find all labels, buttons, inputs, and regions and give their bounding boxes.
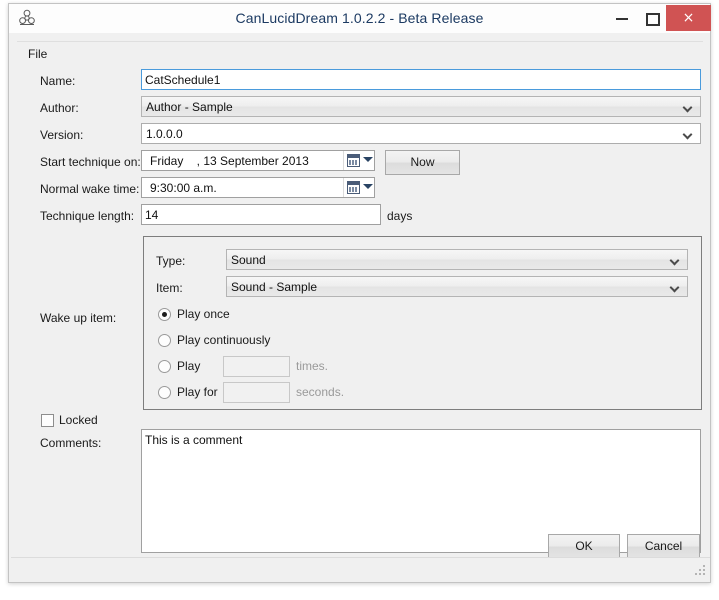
calendar-icon (347, 154, 360, 167)
menu-item-file[interactable]: File (21, 45, 54, 63)
play-for-seconds-input[interactable] (223, 382, 290, 403)
calendar-icon (347, 181, 360, 194)
play-for-seconds-units-label: seconds. (296, 385, 345, 399)
minimize-button[interactable] (607, 5, 637, 31)
wake-time-label: Normal wake time: (40, 182, 140, 196)
radio-play-once[interactable] (158, 308, 171, 321)
client-area: File Name: CatSchedule1 Author: Author -… (10, 33, 710, 581)
menu-bar: File (17, 41, 703, 63)
author-label: Author: (40, 101, 79, 115)
start-technique-datepicker[interactable]: Friday , 13 September 2013 (141, 150, 375, 171)
status-bar (11, 557, 710, 580)
date-picker-button[interactable] (343, 151, 374, 170)
close-icon: × (682, 10, 695, 26)
wake-time-value: 9:30:00 a.m. (150, 181, 217, 195)
chevron-down-icon (683, 128, 695, 140)
item-label: Item: (156, 281, 183, 295)
technique-length-input[interactable]: 14 (141, 204, 381, 225)
window-title: CanLucidDream 1.0.2.2 - Beta Release (235, 10, 484, 26)
radio-play-once-label: Play once (177, 307, 230, 321)
time-picker-button[interactable] (343, 178, 374, 197)
start-technique-value: Friday , 13 September 2013 (150, 154, 309, 168)
item-combobox[interactable]: Sound - Sample (226, 276, 688, 297)
version-label: Version: (40, 128, 84, 142)
version-value: 1.0.0.0 (146, 127, 183, 141)
title-bar: CanLucidDream 1.0.2.2 - Beta Release × (9, 4, 711, 33)
radio-play-for-seconds-label: Play for (177, 385, 218, 399)
type-combobox[interactable]: Sound (226, 249, 688, 270)
ok-button[interactable]: OK (548, 534, 620, 559)
version-combobox[interactable]: 1.0.0.0 (141, 123, 701, 144)
maximize-button[interactable] (637, 5, 666, 31)
now-button[interactable]: Now (385, 150, 460, 175)
minimize-icon (616, 18, 628, 20)
chevron-down-icon (670, 281, 682, 293)
start-technique-label: Start technique on: (40, 155, 141, 169)
name-input[interactable]: CatSchedule1 (141, 69, 701, 90)
wake-up-item-panel: Type: Sound Item: Sound - Sample Play on… (143, 236, 702, 410)
comments-label: Comments: (40, 436, 102, 450)
radio-play-for-seconds[interactable] (158, 386, 171, 399)
type-label: Type: (156, 254, 186, 268)
technique-length-units-label: days (387, 209, 413, 223)
author-combobox[interactable]: Author - Sample (141, 96, 701, 117)
play-times-input[interactable] (223, 356, 290, 377)
wake-up-item-label: Wake up item: (40, 311, 117, 325)
locked-checkbox[interactable] (41, 414, 54, 427)
cancel-button[interactable]: Cancel (627, 534, 700, 559)
maximize-icon (645, 13, 660, 26)
item-value: Sound - Sample (231, 280, 318, 294)
chevron-down-icon (363, 157, 373, 162)
chevron-down-icon (670, 254, 682, 266)
name-label: Name: (40, 74, 76, 88)
chevron-down-icon (683, 101, 695, 113)
locked-label: Locked (59, 413, 98, 427)
radio-play-times[interactable] (158, 360, 171, 373)
wake-time-timepicker[interactable]: 9:30:00 a.m. (141, 177, 375, 198)
type-value: Sound (231, 253, 266, 267)
application-window: CanLucidDream 1.0.2.2 - Beta Release × F… (8, 3, 711, 583)
close-button[interactable]: × (666, 5, 711, 31)
radio-play-times-label: Play (177, 359, 201, 373)
radio-play-continuously[interactable] (158, 334, 171, 347)
radio-play-continuously-label: Play continuously (177, 333, 271, 347)
technique-length-label: Technique length: (40, 209, 135, 223)
chevron-down-icon (363, 184, 373, 189)
resize-grip-icon[interactable] (694, 564, 707, 577)
play-times-units-label: times. (296, 359, 329, 373)
author-value: Author - Sample (146, 100, 233, 114)
